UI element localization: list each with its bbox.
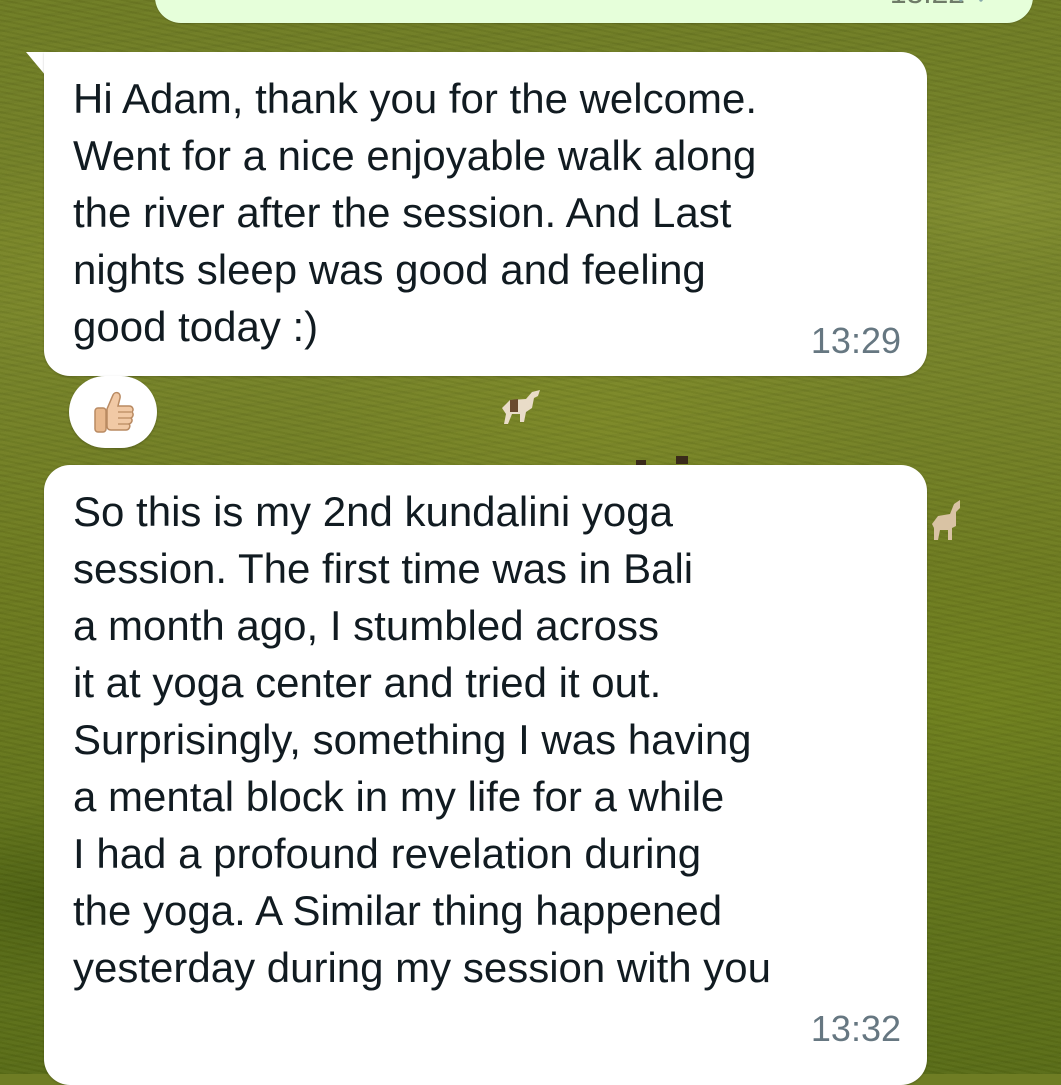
outgoing-message-bubble[interactable]: 13:22 ✓✓ xyxy=(155,0,1033,23)
message-text: So this is my 2nd kundalini yoga session… xyxy=(73,488,771,991)
message-reaction[interactable] xyxy=(69,376,157,448)
message-timestamp: 13:22 xyxy=(890,0,965,9)
bubble-tail xyxy=(26,52,46,76)
incoming-message-bubble[interactable]: So this is my 2nd kundalini yoga session… xyxy=(44,465,927,1085)
wallpaper-horse xyxy=(502,390,540,424)
wallpaper-horse xyxy=(932,500,960,540)
message-timestamp: 13:32 xyxy=(810,1008,901,1049)
message-text: Hi Adam, thank you for the welcome. Went… xyxy=(73,75,757,350)
message-timestamp: 13:29 xyxy=(810,320,901,361)
thumbs-up-icon xyxy=(94,391,134,433)
incoming-message-bubble[interactable]: Hi Adam, thank you for the welcome. Went… xyxy=(44,52,927,376)
double-check-icon: ✓✓ xyxy=(955,0,995,9)
